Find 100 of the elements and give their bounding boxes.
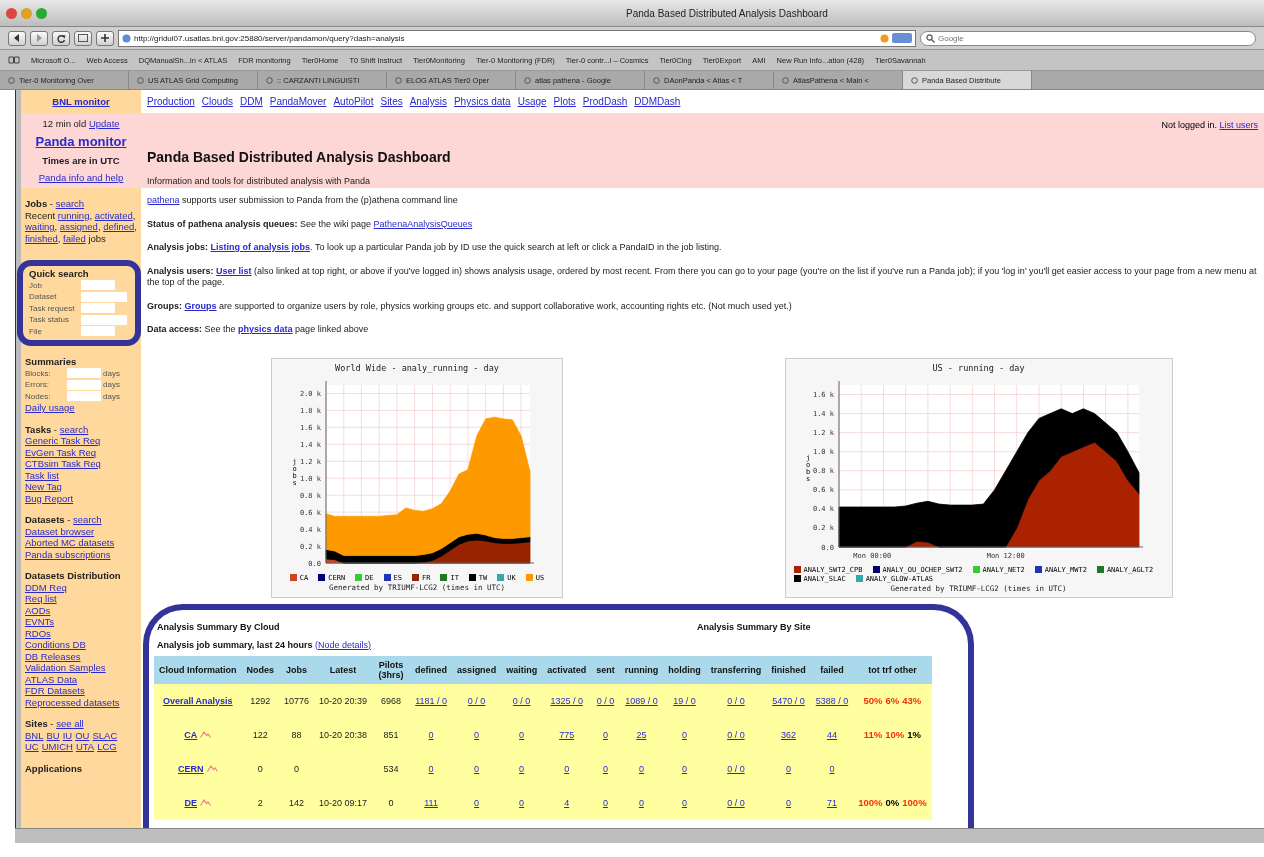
cell-link[interactable]: 0 / 0 [727, 797, 745, 808]
cell-link[interactable]: 0 [638, 763, 644, 774]
input-field[interactable] [67, 391, 101, 402]
address-field[interactable]: http://gridui07.usatlas.bnl.gov:25880/server/pandamon/query?dash=analysis [118, 29, 916, 47]
link[interactable]: Validation Samples [25, 662, 106, 673]
cell-link[interactable]: 0 [681, 763, 687, 774]
link[interactable]: DDM Req [25, 581, 67, 593]
cell-link[interactable]: 0 / 0 [467, 695, 486, 706]
input-field[interactable] [81, 326, 115, 337]
nav-link[interactable]: DDMDash [634, 96, 681, 107]
link[interactable]: Req list [25, 593, 57, 604]
cell-link[interactable]: 0 [519, 797, 525, 808]
bookmarks-icon[interactable] [8, 56, 20, 64]
link[interactable]: BNL [25, 729, 44, 741]
cell-link[interactable]: 0 [474, 729, 480, 740]
nav-link[interactable]: Production [147, 96, 195, 107]
cell-link[interactable]: 0 [428, 729, 434, 740]
nav-link[interactable]: PandaMover [269, 96, 327, 107]
cell-link[interactable]: 775 [559, 729, 575, 740]
snapback-button[interactable] [74, 30, 92, 46]
nav-link[interactable]: AutoPilot [333, 96, 374, 107]
link[interactable]: Generic Task Req [25, 435, 101, 446]
cell-link[interactable]: 0 [602, 797, 608, 808]
link[interactable]: search [55, 198, 85, 209]
link[interactable]: Bug Report [25, 492, 74, 504]
link[interactable]: Aborted MC datasets [25, 537, 115, 548]
cell-link[interactable]: 362 [780, 729, 796, 740]
nav-link[interactable]: DDM [239, 96, 263, 107]
link[interactable]: EvGen Task Req [25, 446, 97, 458]
input-field[interactable] [81, 303, 115, 314]
link[interactable]: New Tag [25, 481, 62, 492]
link[interactable]: DB Releases [25, 650, 81, 662]
cell-link[interactable]: 0 / 0 [727, 695, 745, 706]
cloud-link[interactable]: CERN [178, 763, 204, 774]
nav-link[interactable]: Physics data [453, 96, 511, 107]
link[interactable]: pathena [147, 195, 180, 205]
zoom-icon[interactable] [36, 7, 47, 19]
link[interactable]: Panda monitor [35, 134, 127, 150]
cell-link[interactable]: 4 [564, 797, 570, 808]
search-field[interactable]: Google [920, 30, 1256, 46]
chart-icon[interactable] [206, 765, 218, 772]
link[interactable]: Conditions DB [25, 639, 86, 650]
nav-link[interactable]: Plots [553, 96, 576, 107]
link[interactable]: Reprocessed datasets [25, 696, 120, 708]
link[interactable]: Panda info and help [38, 171, 124, 183]
link[interactable]: LCG [97, 741, 117, 752]
link[interactable]: List users [1219, 120, 1258, 130]
cloud-link[interactable]: DE [184, 797, 197, 808]
nav-link[interactable]: Clouds [201, 96, 233, 107]
input-field[interactable] [81, 314, 127, 325]
link[interactable]: activated [94, 209, 133, 221]
cell-link[interactable]: 0 [785, 797, 791, 808]
chart-icon[interactable] [200, 731, 212, 738]
cell-link[interactable]: 0 [428, 763, 434, 774]
nav-link[interactable]: Analysis [409, 96, 447, 107]
cell-link[interactable]: 0 [829, 763, 835, 774]
link[interactable]: finished [25, 232, 58, 244]
link[interactable]: UMICH [41, 741, 73, 752]
reload-button[interactable] [52, 30, 70, 46]
link[interactable]: UC [25, 741, 39, 752]
input-field[interactable] [81, 291, 127, 302]
nav-link[interactable]: ProdDash [582, 96, 628, 107]
cell-link[interactable]: 71 [826, 797, 837, 808]
link[interactable]: see all [56, 718, 84, 729]
link[interactable]: failed [63, 232, 86, 244]
input-field[interactable] [67, 379, 101, 390]
cell-link[interactable]: 0 [785, 763, 791, 774]
cell-link[interactable]: 25 [636, 729, 647, 740]
cell-link[interactable]: 111 [424, 797, 438, 808]
input-field[interactable] [81, 280, 115, 291]
forward-button[interactable] [30, 30, 48, 46]
cell-link[interactable]: 0 [681, 729, 687, 740]
link[interactable]: BNL monitor [52, 95, 110, 107]
link[interactable]: (Node details) [314, 639, 371, 650]
nav-link[interactable]: Sites [380, 96, 403, 107]
link[interactable]: ATLAS Data [25, 673, 78, 685]
cell-link[interactable]: 0 [474, 797, 480, 808]
cell-link[interactable]: 0 [638, 797, 644, 808]
cloud-link[interactable]: CA [184, 729, 198, 740]
cell-link[interactable]: 0 [519, 729, 525, 740]
chart-icon[interactable] [200, 799, 211, 806]
cell-link[interactable]: 0 [681, 797, 687, 808]
cell-link[interactable]: 44 [826, 729, 837, 740]
link[interactable]: OU [75, 729, 90, 741]
link[interactable]: AODs [25, 604, 51, 616]
link[interactable]: Task list [25, 469, 59, 481]
add-bookmark-button[interactable] [96, 30, 114, 46]
link[interactable]: SLAC [92, 729, 118, 741]
minimize-icon[interactable] [21, 7, 32, 19]
cell-link[interactable]: 0 [474, 763, 480, 774]
link[interactable]: waiting [25, 221, 55, 232]
cell-link[interactable]: 0 [564, 763, 570, 774]
link[interactable]: search [73, 514, 102, 525]
link[interactable]: Groups [184, 300, 217, 311]
cell-link[interactable]: 0 [602, 763, 608, 774]
link[interactable]: UTA [75, 741, 95, 752]
link[interactable]: physics data [238, 324, 293, 334]
link[interactable]: FDR Datasets [25, 685, 85, 696]
close-icon[interactable] [6, 7, 17, 19]
link[interactable]: RDOs [25, 627, 51, 639]
